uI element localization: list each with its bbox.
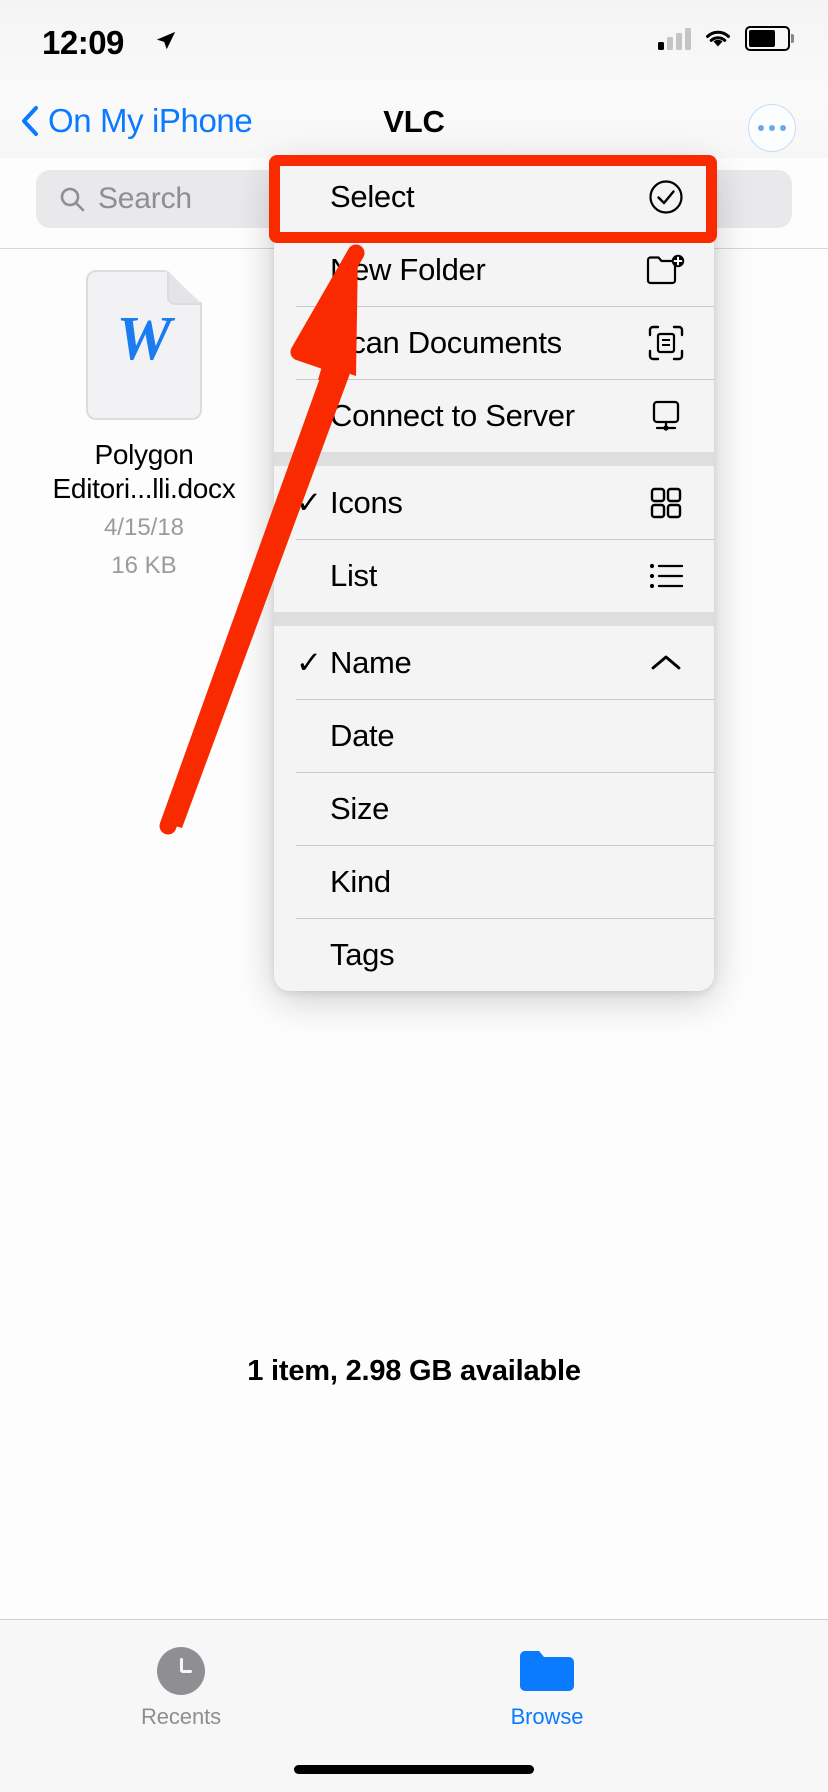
menu-item-checkmark: ✓ — [296, 485, 322, 520]
menu-item-label: Tags — [330, 936, 395, 972]
menu-item-connect-to-server[interactable]: Connect to Server — [274, 379, 714, 452]
list-bullet-icon — [644, 554, 688, 598]
navigation-bar: On My iPhone VLC — [0, 96, 828, 158]
menu-item-icon-empty — [644, 714, 688, 758]
menu-item-label: Size — [330, 790, 390, 826]
file-item[interactable]: W Polygon Editori...lli.docx 4/15/18 16 … — [44, 270, 244, 581]
status-summary: 1 item, 2.98 GB available — [247, 1355, 581, 1387]
page-title: VLC — [383, 104, 445, 139]
file-name: Polygon Editori...lli.docx — [44, 438, 244, 506]
menu-item-icon-empty — [644, 787, 688, 831]
tab-label: Browse — [510, 1704, 584, 1729]
menu-item-new-folder[interactable]: New Folder — [274, 233, 714, 306]
file-size: 16 KB — [111, 551, 177, 579]
ellipsis-dot — [769, 125, 775, 131]
menu-item-label: Scan Documents — [330, 324, 562, 360]
search-icon — [60, 187, 85, 212]
menu-item-label: Select — [330, 178, 415, 214]
menu-item-scan-documents[interactable]: Scan Documents — [274, 306, 714, 379]
tab-browse[interactable]: Browse — [447, 1644, 647, 1730]
menu-item-checkmark: ✓ — [296, 645, 322, 680]
menu-item-label: Connect to Server — [330, 397, 575, 433]
cellular-signal-icon — [658, 27, 691, 50]
menu-separator — [274, 612, 714, 626]
ellipsis-dot — [780, 125, 786, 131]
context-menu: Select New Folder Scan Documents Connect… — [274, 160, 714, 991]
file-name-line1: Polygon — [94, 439, 194, 470]
menu-item-label: Name — [330, 644, 412, 680]
file-date: 4/15/18 — [103, 514, 185, 542]
menu-item-date[interactable]: Date — [274, 699, 714, 772]
grid-2x2-icon — [644, 481, 688, 525]
folder-icon — [447, 1644, 647, 1698]
menu-item-label: Icons — [330, 484, 403, 520]
checkmark-circle-icon — [644, 175, 688, 219]
menu-item-kind[interactable]: Kind — [274, 845, 714, 918]
files-app-screen: 12:09 On My iPhone VLC Search W Polygon … — [0, 0, 828, 1792]
menu-separator — [274, 452, 714, 466]
menu-item-select[interactable]: Select — [274, 160, 714, 233]
tab-recents[interactable]: Recents — [81, 1644, 281, 1730]
status-bar-indicators — [658, 26, 794, 51]
status-bar: 12:09 — [0, 0, 828, 96]
search-placeholder: Search — [98, 182, 192, 215]
display-icon — [644, 394, 688, 438]
menu-item-icon-empty — [644, 933, 688, 977]
word-document-icon: W — [86, 270, 202, 420]
menu-item-label: List — [330, 557, 378, 593]
menu-item-list[interactable]: List — [274, 539, 714, 612]
menu-item-icons[interactable]: ✓ Icons — [274, 466, 714, 539]
word-document-glyph: W — [116, 305, 172, 373]
battery-icon — [745, 26, 794, 51]
menu-item-icon-empty — [644, 860, 688, 904]
document-scanner-icon — [644, 321, 688, 365]
menu-item-label: Date — [330, 717, 395, 753]
more-options-button[interactable] — [748, 104, 796, 152]
folder-badge-plus-icon — [644, 248, 688, 292]
location-arrow-icon — [156, 31, 176, 50]
tab-label: Recents — [140, 1704, 221, 1729]
menu-item-tags[interactable]: Tags — [274, 918, 714, 991]
menu-item-name[interactable]: ✓ Name — [274, 626, 714, 699]
ellipsis-dot — [758, 125, 764, 131]
home-indicator[interactable] — [294, 1765, 534, 1774]
clock-icon — [81, 1644, 281, 1698]
status-bar-time: 12:09 — [42, 24, 124, 61]
wifi-icon — [706, 30, 730, 46]
chevron-up-icon — [644, 641, 688, 685]
tab-bar: Recents Browse — [0, 1619, 828, 1792]
menu-item-label: New Folder — [330, 251, 486, 287]
file-name-line2: Editori...lli.docx — [52, 473, 236, 505]
menu-item-label: Kind — [330, 863, 391, 899]
menu-item-size[interactable]: Size — [274, 772, 714, 845]
